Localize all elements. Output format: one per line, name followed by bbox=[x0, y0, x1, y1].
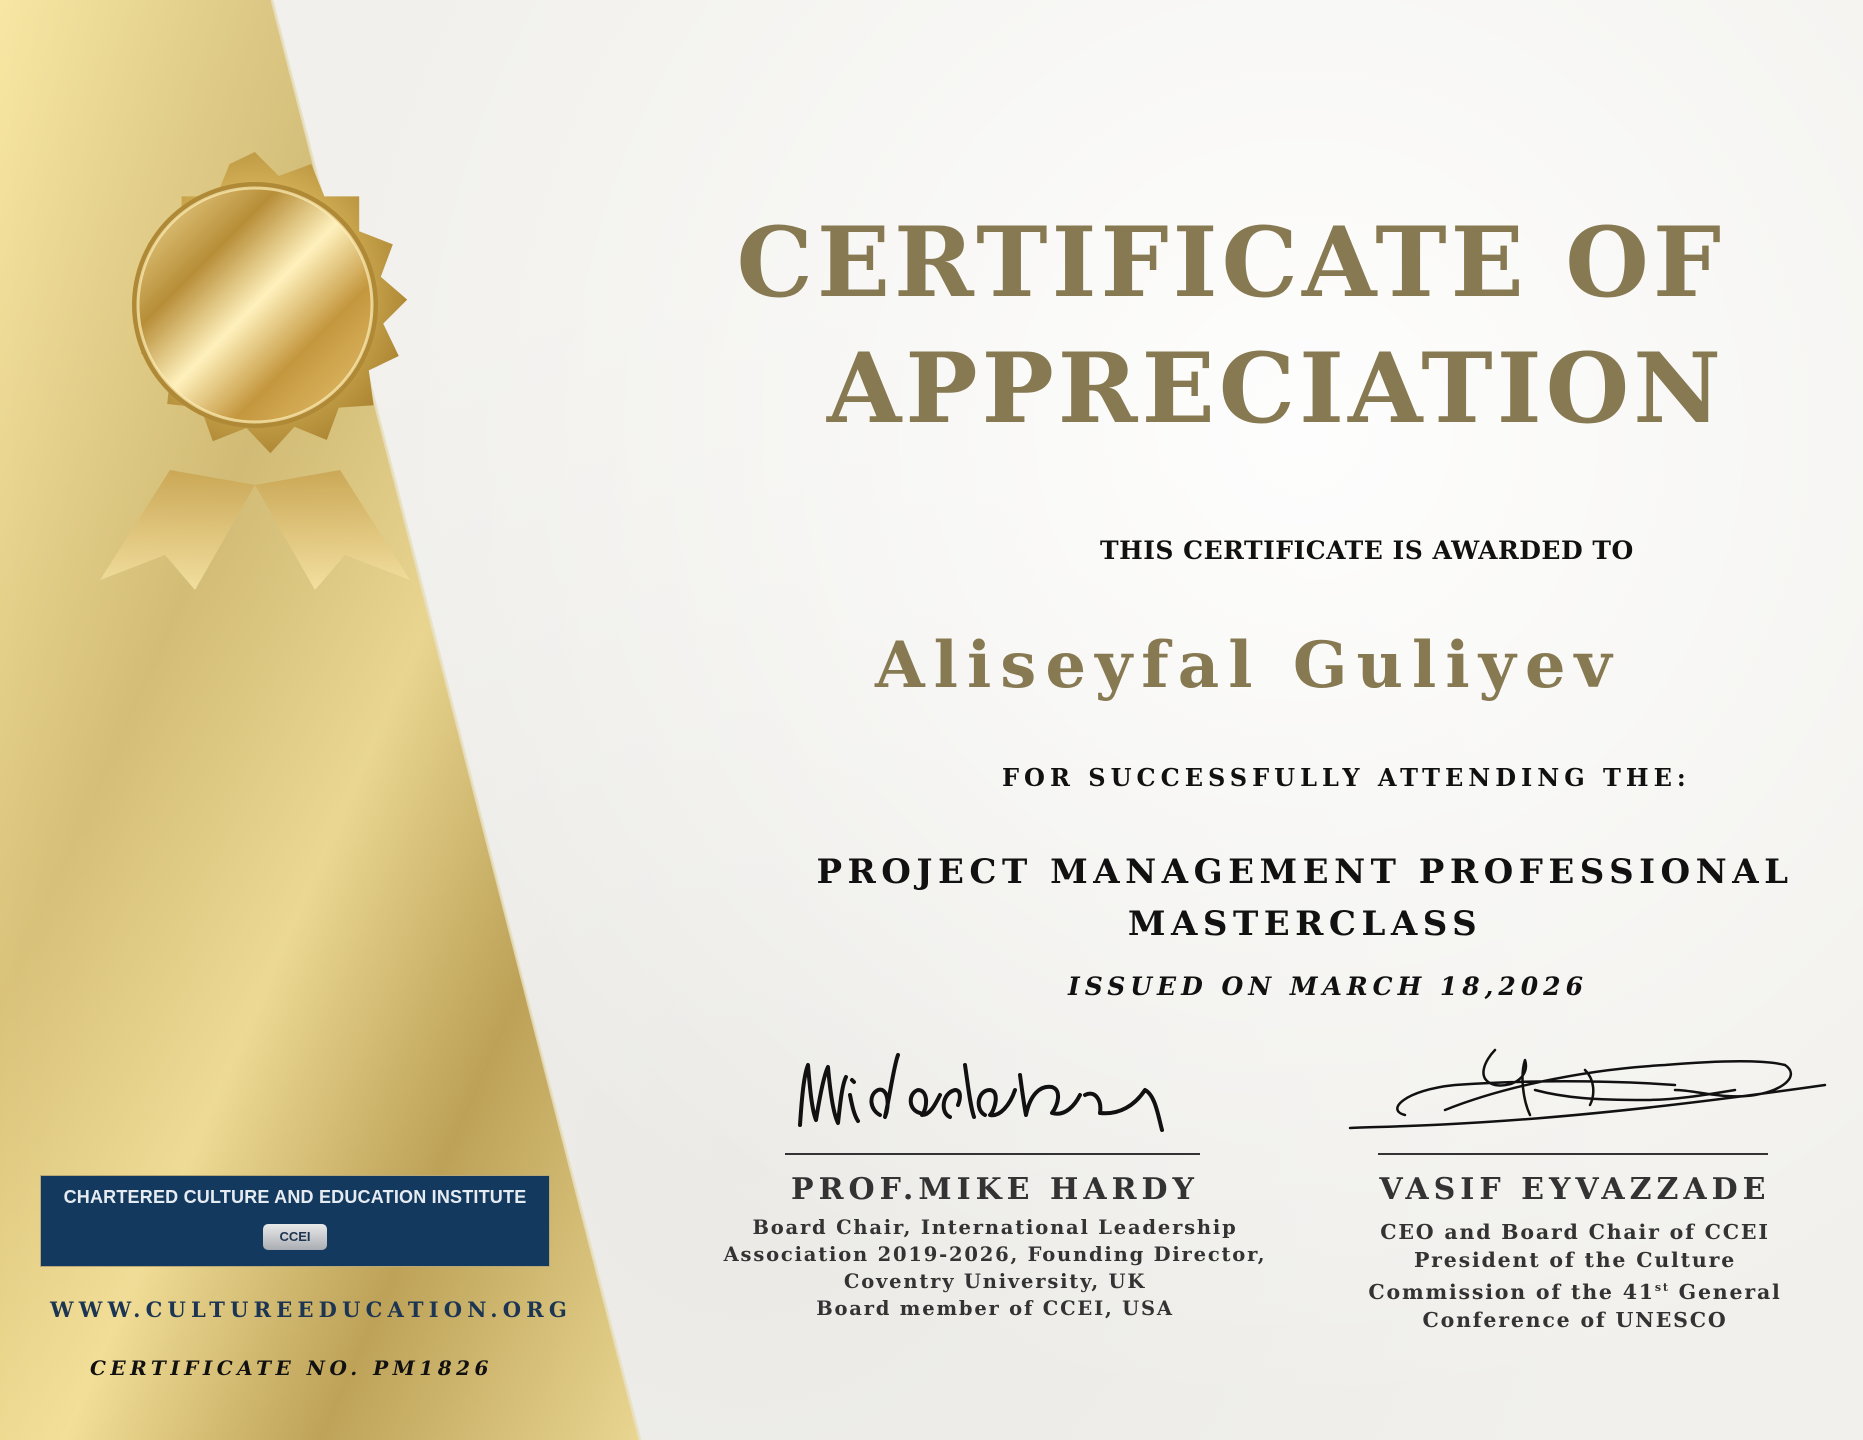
certificate-number: CERTIFICATE NO. PM1826 bbox=[90, 1356, 493, 1380]
signer-name-2: VASIF EYVAZZADE bbox=[1379, 1172, 1771, 1207]
course-title: PROJECT MANAGEMENT PROFESSIONAL MASTERCL… bbox=[800, 846, 1810, 950]
title-line-1: CERTIFICATE OF bbox=[736, 206, 1725, 319]
signer-2-desc-line-4: Conference of UNESCO bbox=[1422, 1307, 1728, 1332]
gold-seal-icon bbox=[100, 152, 410, 590]
signer-2-desc-line-3: Commission of the 41st General bbox=[1368, 1279, 1782, 1304]
signer-1-desc-line-3: Coventry University, UK bbox=[843, 1270, 1147, 1293]
institute-banner: CHARTERED CULTURE AND EDUCATION INSTITUT… bbox=[40, 1175, 550, 1267]
signer-2-desc-line-2: President of the Culture bbox=[1413, 1248, 1737, 1272]
awarded-to-label: THIS CERTIFICATE IS AWARDED TO bbox=[1100, 536, 1634, 565]
signer-description-1: Board Chair, International Leadership As… bbox=[720, 1214, 1270, 1322]
signer-name-1: PROF.MIKE HARDY bbox=[791, 1172, 1199, 1207]
issued-date: ISSUED ON MARCH 18,2026 bbox=[1068, 972, 1588, 1001]
signature-line-2 bbox=[1378, 1153, 1768, 1155]
course-line-2: MASTERCLASS bbox=[1127, 904, 1483, 944]
certificate-title: CERTIFICATE OF APPRECIATION bbox=[685, 200, 1725, 452]
signer-1-desc-line-4: Board member of CCEI, USA bbox=[816, 1297, 1174, 1320]
course-line-1: PROJECT MANAGEMENT PROFESSIONAL bbox=[816, 852, 1794, 892]
recipient-name: Aliseyfal Guliyev bbox=[875, 628, 1621, 703]
signer-2-desc-line-1: CEO and Board Chair of CCEI bbox=[1380, 1220, 1770, 1244]
for-label: FOR SUCCESSFULLY ATTENDING THE: bbox=[1002, 763, 1691, 792]
signature-mike-hardy bbox=[798, 1053, 1164, 1132]
title-line-2: APPRECIATION bbox=[826, 332, 1725, 445]
institute-website[interactable]: WWW.CULTUREEDUCATION.ORG bbox=[50, 1297, 572, 1322]
signature-line-1 bbox=[785, 1153, 1200, 1155]
signer-1-desc-line-1: Board Chair, International Leadership bbox=[752, 1216, 1238, 1239]
signer-description-2: CEO and Board Chair of CCEI President of… bbox=[1330, 1218, 1820, 1334]
ribbon-icon bbox=[100, 470, 410, 590]
institute-badge: CCEI bbox=[263, 1224, 327, 1250]
signature-vasif-eyvazzade bbox=[1348, 1048, 1827, 1130]
signer-1-desc-line-2: Association 2019-2026, Founding Director… bbox=[723, 1243, 1267, 1266]
institute-name: CHARTERED CULTURE AND EDUCATION INSTITUT… bbox=[63, 1187, 527, 1207]
